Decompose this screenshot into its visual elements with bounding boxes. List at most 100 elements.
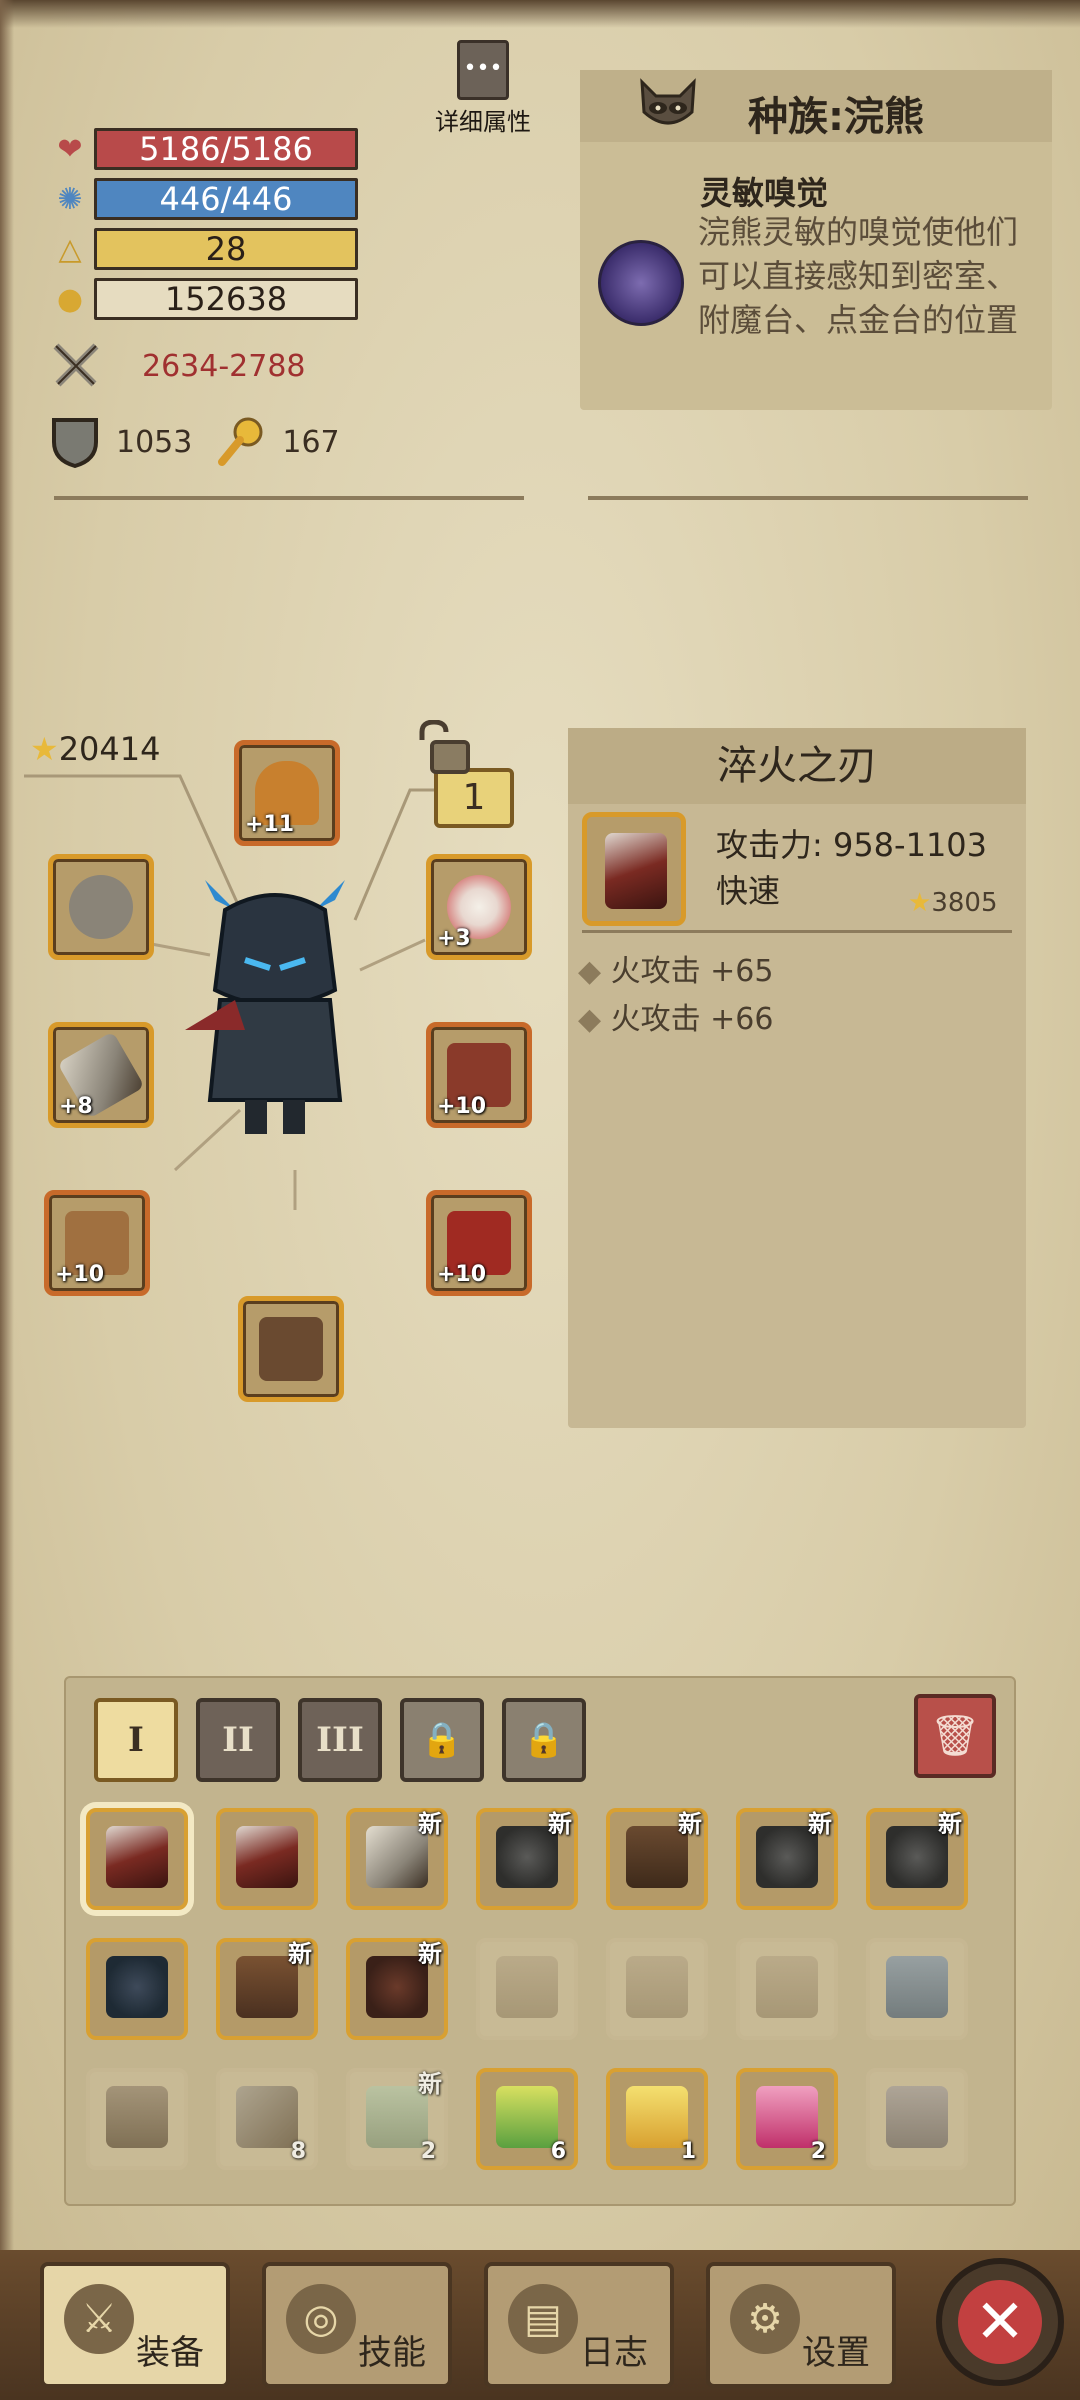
unlock-icon[interactable]	[412, 720, 472, 776]
inventory-slot[interactable]	[866, 1938, 968, 2040]
inventory-slot[interactable]: 1	[606, 2068, 708, 2170]
hero-character	[185, 880, 345, 1134]
trash-button[interactable]: 🗑	[914, 1694, 996, 1778]
inventory-slot[interactable]: 新	[346, 1938, 448, 2040]
new-badge: 新	[418, 2070, 442, 2098]
new-badge: 新	[938, 1810, 962, 1838]
inventory-tab-2[interactable]: II	[196, 1698, 280, 1782]
shield-icon	[106, 2086, 168, 2148]
raccoon-icon	[640, 78, 696, 125]
new-badge: 新	[808, 1810, 832, 1838]
inventory-slot[interactable]	[86, 1808, 188, 1910]
inventory-tab-3[interactable]: III	[298, 1698, 382, 1782]
heart-icon: ❤	[57, 132, 83, 167]
boots-icon	[259, 1317, 323, 1381]
inventory-tab-locked-4[interactable]: 🔒	[400, 1698, 484, 1782]
secondary-value: 167	[282, 424, 340, 460]
armor-slot[interactable]: +10	[426, 1022, 532, 1128]
item-info-panel: 淬火之刃 攻击力: 958-1103 快速 ★3805 ◆ 火攻击 +65 ◆ …	[568, 728, 1026, 1428]
equipment-set-level[interactable]: 1	[434, 768, 514, 828]
divider-left	[54, 496, 524, 500]
blade-icon	[106, 1826, 168, 1888]
trait-description: 浣熊灵敏的嗅觉使他们可以直接感知到密室、附魔台、点金台的位置	[698, 213, 1019, 339]
level-bar: 28	[94, 228, 358, 270]
ring-slot[interactable]	[48, 854, 154, 960]
armor-value: 1053	[116, 424, 193, 460]
mana-icon: ✺	[57, 182, 83, 217]
helmet-slot[interactable]: +11	[234, 740, 340, 846]
gloves-slot[interactable]: +10	[44, 1190, 150, 1296]
gold-icon: ●	[56, 282, 84, 317]
boots-slot[interactable]	[238, 1296, 344, 1402]
star-icon: ★	[908, 888, 932, 918]
level-icon: △	[58, 232, 82, 267]
inventory-slot[interactable]	[606, 1938, 708, 2040]
lock-icon: 🔒	[522, 1720, 566, 1760]
nav-equip-button[interactable]: ⚔ 装备	[40, 2262, 230, 2388]
diamond-bullet-icon: ◆	[578, 1002, 611, 1037]
box-icon	[756, 1956, 818, 2018]
inventory-slot[interactable]	[736, 1938, 838, 2040]
amulet-slot[interactable]: +3	[426, 854, 532, 960]
race-panel: 种族:浣熊 灵敏嗅觉 浣熊灵敏的嗅觉使他们可以直接感知到密室、附魔台、点金台的位…	[580, 70, 1052, 410]
inventory-slot[interactable]	[86, 1938, 188, 2040]
diamond-bullet-icon: ◆	[578, 954, 611, 989]
inventory-tab-1[interactable]: I	[94, 1698, 178, 1782]
nav-skills-button[interactable]: ◎ 技能	[262, 2262, 452, 2388]
new-badge: 新	[418, 1940, 442, 1968]
nav-skills-label: 技能	[358, 2333, 426, 2373]
gear-icon: ⚙	[730, 2284, 800, 2354]
inventory-slot[interactable]: 新	[606, 1808, 708, 1910]
item-attack: 攻击力: 958-1103	[716, 826, 988, 864]
luck-icon	[218, 417, 263, 466]
inventory-slot[interactable]: 2	[736, 2068, 838, 2170]
scroll-icon: ▤	[508, 2284, 578, 2354]
total-score: ★20414	[30, 730, 161, 768]
claw-icon	[886, 1956, 948, 2018]
inventory-slot[interactable]: 新	[216, 1938, 318, 2040]
inventory-slot[interactable]: 新	[866, 1808, 968, 1910]
inventory-slot[interactable]	[86, 2068, 188, 2170]
gold-bar: 152638	[94, 278, 358, 320]
inventory-slot[interactable]	[866, 2068, 968, 2170]
item-property: ◆ 火攻击 +65	[578, 954, 774, 989]
inventory-slot[interactable]	[476, 1938, 578, 2040]
inventory-slot[interactable]: 新	[736, 1808, 838, 1910]
trait-icon[interactable]	[598, 240, 684, 326]
lock-icon: 🔒	[420, 1720, 464, 1760]
close-button[interactable]: ✕	[936, 2258, 1064, 2386]
nav-settings-label: 设置	[802, 2333, 870, 2373]
nav-log-label: 日志	[580, 2333, 648, 2373]
damage-row: 2634-2788	[50, 340, 306, 392]
item-count: 1	[680, 2139, 696, 2164]
inventory-slot[interactable]: 8	[216, 2068, 318, 2170]
inventory-slot[interactable]: 新2	[346, 2068, 448, 2170]
detail-attributes-button[interactable]: ••• 详细属性	[428, 40, 538, 150]
race-title: 种族:浣熊	[748, 94, 924, 140]
burnt-edge-left	[0, 0, 14, 2250]
armor-icon	[106, 1956, 168, 2018]
inventory-slot[interactable]: 6	[476, 2068, 578, 2170]
pickaxe-icon	[236, 2086, 298, 2148]
cloak-slot[interactable]: +10	[426, 1190, 532, 1296]
item-name: 淬火之刃	[568, 728, 1026, 804]
inventory-slot[interactable]: 新	[476, 1808, 578, 1910]
weapon-slot[interactable]: +8	[48, 1022, 154, 1128]
item-count: 6	[550, 2139, 566, 2164]
hp-bar: 5186/5186	[94, 128, 358, 170]
new-badge: 新	[288, 1940, 312, 1968]
item-property: ◆ 火攻击 +66	[578, 1002, 774, 1037]
nav-settings-button[interactable]: ⚙ 设置	[706, 2262, 896, 2388]
potion-yellow-icon	[626, 2086, 688, 2148]
potion-pink-icon	[756, 2086, 818, 2148]
inventory-slot[interactable]	[216, 1808, 318, 1910]
rock-icon	[886, 2086, 948, 2148]
inventory-panel: I II III 🔒 🔒 🗑 新新新新新新新8新2612	[64, 1676, 1016, 2206]
potion-green-icon	[496, 2086, 558, 2148]
ring-icon	[69, 875, 133, 939]
mp-bar: 446/446	[94, 178, 358, 220]
inventory-tab-locked-5[interactable]: 🔒	[502, 1698, 586, 1782]
inventory-slot[interactable]: 新	[346, 1808, 448, 1910]
defense-row: 1053 167	[50, 416, 362, 468]
nav-log-button[interactable]: ▤ 日志	[484, 2262, 674, 2388]
